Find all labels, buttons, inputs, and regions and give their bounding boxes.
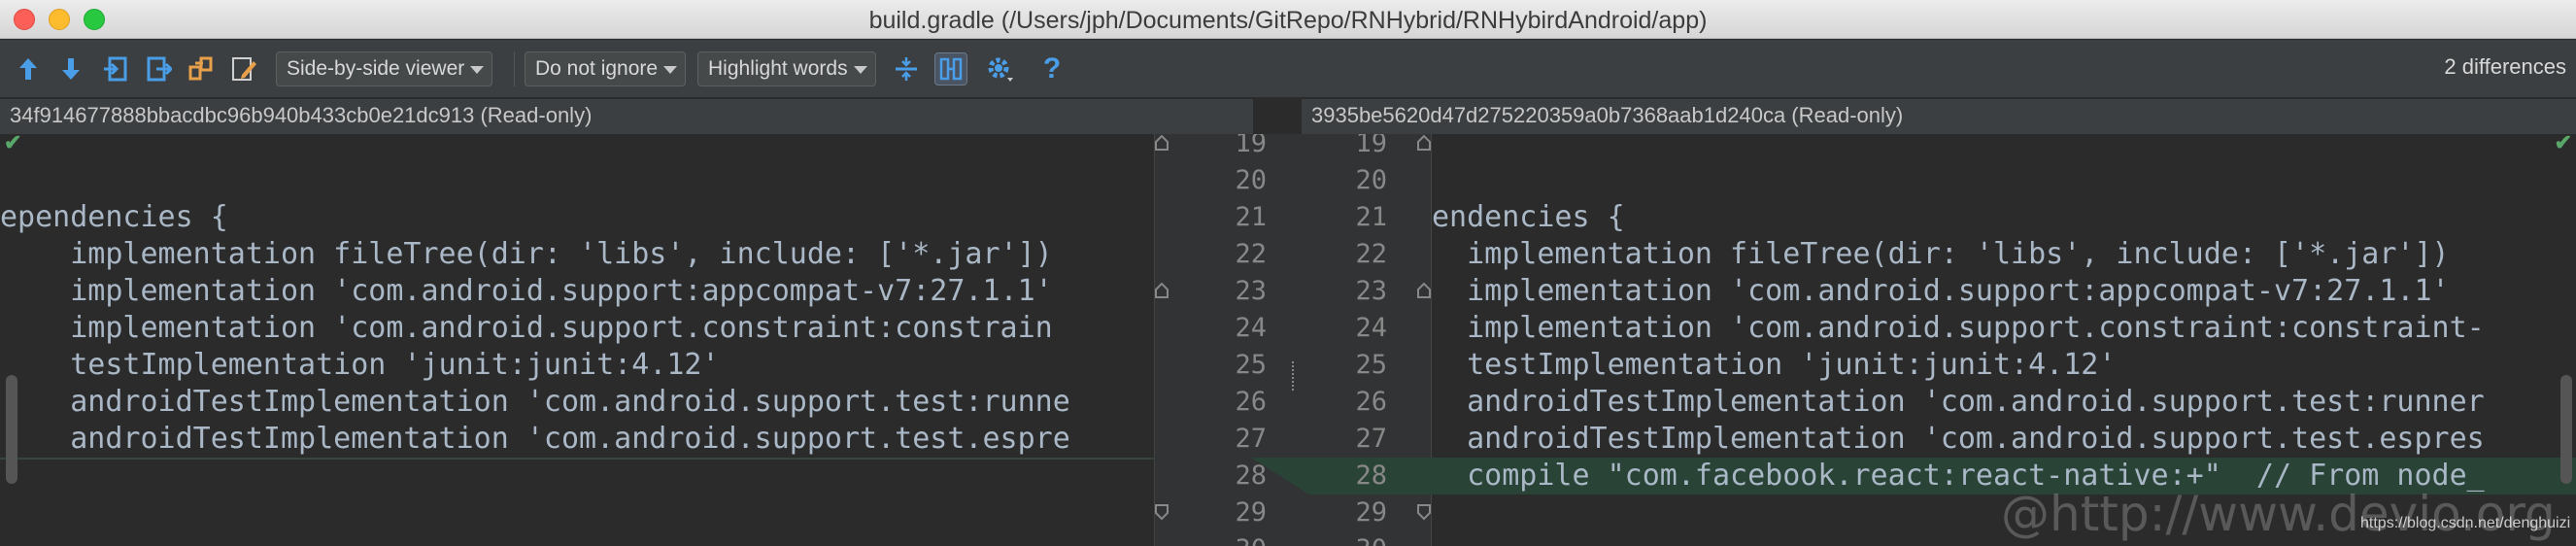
chevron-down-icon [663,66,678,74]
left-line-number: 28 [1235,461,1267,491]
code-line: implementation 'com.android.support.cons… [1432,311,2485,345]
window-title: build.gradle (/Users/jph/Documents/GitRe… [868,7,1708,34]
right-line-number: 24 [1355,313,1387,343]
right-line-number: 29 [1355,497,1387,528]
right-line-number: 28 [1355,461,1387,491]
code-line: implementation 'com.android.support:appc… [1432,274,2450,308]
check-icon: ✔ [4,134,22,154]
left-scrollbar[interactable] [6,375,17,484]
fold-marker-icon[interactable] [1154,503,1169,521]
watermark-url: https://blog.csdn.net/denghuizi [2360,515,2571,531]
differences-count: 2 differences [2444,54,2566,79]
change-connector [1154,458,1432,495]
right-line-number: 30 [1329,531,1387,546]
code-line: implementation fileTree(dir: 'libs', inc… [1432,237,2450,271]
left-line-number: 22 [1235,239,1267,269]
code-line: ependencies { [0,200,228,234]
viewer-mode-select[interactable]: Side-by-side viewer [276,51,493,86]
right-line-number: 21 [1355,202,1387,232]
window-titlebar: build.gradle (/Users/jph/Documents/GitRe… [0,0,2576,39]
viewer-mode-label: Side-by-side viewer [287,57,465,80]
code-line: androidTestImplementation 'com.android.s… [0,385,1070,419]
left-line-number: 19 [1235,134,1267,158]
right-line-number: 27 [1355,424,1387,454]
fold-marker-icon[interactable] [1416,503,1432,521]
collapse-unchanged-icon[interactable] [890,52,923,85]
right-line-number: 26 [1355,387,1387,417]
highlight-mode-select[interactable]: Highlight words [697,51,876,86]
right-line-number: 22 [1355,239,1387,269]
left-line-number: 21 [1235,202,1267,232]
settings-icon[interactable] [983,52,1016,85]
arrow-up-icon[interactable] [12,52,45,85]
left-editor-pane[interactable]: ✔ ependencies { implementation fileTree(… [0,134,1154,546]
insertion-marker [0,458,1154,460]
code-line: androidTestImplementation 'com.android.s… [0,422,1070,456]
left-line-number: 27 [1235,424,1267,454]
code-line: implementation fileTree(dir: 'libs', inc… [0,237,1053,271]
chevron-down-icon [853,66,867,74]
left-line-number: 26 [1235,387,1267,417]
fold-marker-icon[interactable] [1416,282,1432,299]
highlight-mode-label: Highlight words [708,57,848,80]
right-editor-pane[interactable]: endencies { implementation fileTree(dir:… [1432,134,2576,546]
left-line-number: 24 [1235,313,1267,343]
ignore-whitespace-select[interactable]: Do not ignore [525,51,687,86]
left-line-number: 25 [1235,350,1267,380]
left-revision-header: 34f914677888bbacdbc96b940b433cb0e21dc913… [0,99,1253,134]
diff-toolbar: Side-by-side viewer Do not ignore Highli… [0,40,2576,98]
code-line: testImplementation 'junit:junit:4.12' [0,348,720,382]
code-line: testImplementation 'junit:junit:4.12' [1432,348,2117,382]
right-line-number: 19 [1355,134,1387,158]
right-line-number: 23 [1355,276,1387,306]
left-line-number: 20 [1235,165,1267,195]
left-line-number: 30 [1208,531,1267,546]
right-revision-header: 3935be5620d47d275220359a0b7368aab1d240ca… [1302,99,2576,134]
help-icon[interactable]: ? [1035,52,1068,85]
arrow-down-icon[interactable] [54,52,87,85]
code-line: implementation 'com.android.support:appc… [0,274,1053,308]
code-line: androidTestImplementation 'com.android.s… [1432,385,2485,419]
fold-marker-icon[interactable] [1154,282,1169,299]
edit-icon[interactable] [227,52,260,85]
compare-icon[interactable] [185,52,218,85]
toolbar-separator [514,51,515,86]
watermark: @http://www.devio.org [2001,486,2556,542]
chevron-down-icon [470,66,485,74]
right-scrollbar[interactable] [2560,375,2572,484]
right-line-number: 25 [1355,350,1387,380]
code-line: implementation 'com.android.support.cons… [0,311,1053,345]
left-line-number: 23 [1235,276,1267,306]
left-line-number: 29 [1235,497,1267,528]
check-icon: ✔ [2554,134,2572,154]
right-line-number: 20 [1355,165,1387,195]
help-label: ? [1042,52,1062,85]
code-line: androidTestImplementation 'com.android.s… [1432,422,2485,456]
fold-marker-icon[interactable] [1416,134,1432,152]
fold-marker-icon[interactable] [1154,134,1169,152]
jump-to-source-right-icon[interactable] [142,52,175,85]
splitter-handle[interactable] [1292,361,1296,391]
jump-to-source-left-icon[interactable] [99,52,132,85]
ignore-whitespace-label: Do not ignore [535,57,659,80]
line-number-gutter: 19 20 21 22 23 24 25 26 27 28 29 30 19 2… [1154,134,1432,546]
code-line: endencies { [1432,200,1625,234]
sync-scroll-icon[interactable] [934,52,967,85]
